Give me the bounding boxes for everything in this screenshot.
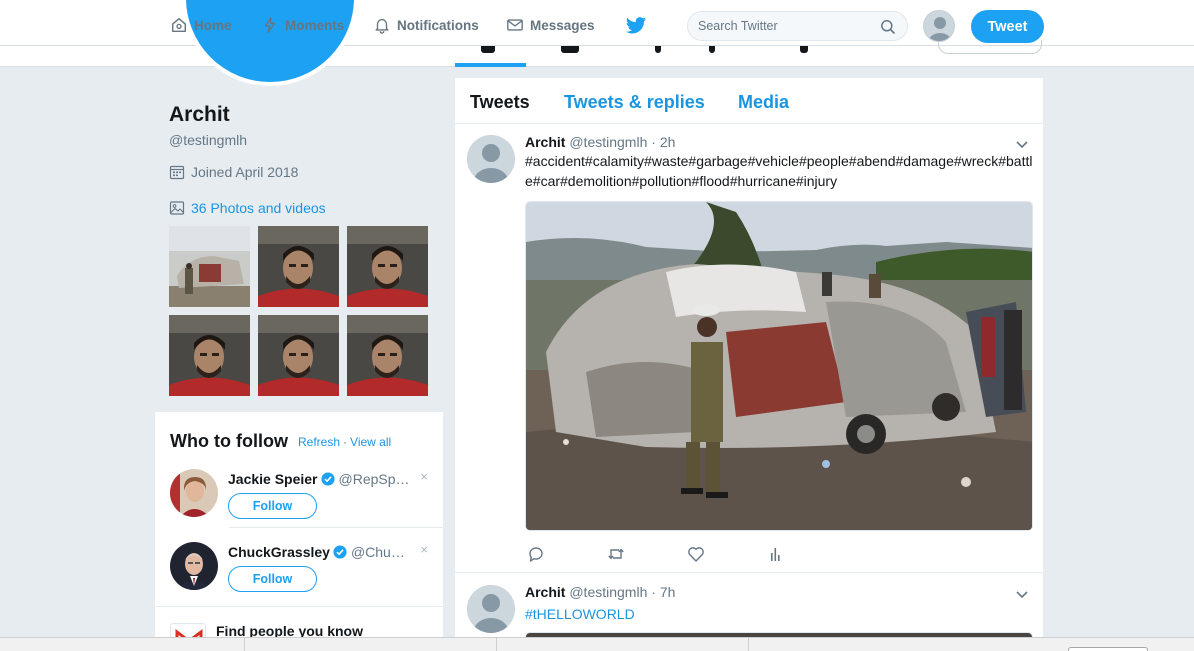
top-navigation: Home Moments Notifications Messages Twee… [0, 0, 1194, 86]
bar-control[interactable] [1068, 647, 1148, 651]
profile-stat-fragment [561, 46, 579, 53]
tweet-author-handle: @testingmlh [569, 134, 648, 150]
media-thumbnail-selfie[interactable] [258, 315, 339, 396]
suggestion-avatar[interactable] [170, 542, 218, 590]
timeline-panel: Tweets Tweets & replies Media Archit @te… [455, 78, 1043, 651]
nav-messages[interactable]: Messages [506, 13, 595, 37]
bell-icon [375, 18, 389, 34]
bar-divider [748, 638, 749, 651]
media-thumbnail-selfie[interactable] [347, 226, 428, 307]
profile-stat-fragment [655, 46, 661, 53]
suggestion-name[interactable]: Jackie Speier [228, 471, 318, 487]
tweet-avatar[interactable] [467, 135, 515, 183]
chevron-down-icon[interactable] [1015, 140, 1029, 150]
compose-tweet-button[interactable]: Tweet [971, 10, 1044, 43]
media-thumbnail-grid [169, 226, 429, 396]
bar-divider [496, 638, 497, 651]
image-icon [169, 201, 185, 215]
profile-name[interactable]: Archit [169, 103, 230, 127]
dismiss-suggestion-button[interactable]: × [420, 469, 428, 484]
dismiss-suggestion-button[interactable]: × [420, 542, 428, 557]
verified-badge-icon [333, 545, 347, 559]
suggestion-handle: @RepSp… [338, 471, 410, 487]
profile-stat-active-indicator [455, 63, 526, 67]
panel-divider [155, 606, 443, 607]
media-thumbnail-selfie[interactable] [169, 315, 250, 396]
heart-icon[interactable] [687, 545, 705, 563]
tab-tweets-replies[interactable]: Tweets & replies [564, 92, 705, 113]
suggestion-divider [229, 527, 443, 528]
follow-button[interactable]: Follow [228, 493, 317, 519]
tweet-header: Archit @testingmlh · 7h [525, 584, 675, 600]
view-all-link[interactable]: View all [350, 435, 391, 449]
bar-divider [244, 638, 245, 651]
media-thumbnail-selfie[interactable] [347, 315, 428, 396]
nav-home-label: Home [194, 17, 232, 33]
default-avatar-icon [467, 135, 515, 183]
tweet[interactable]: Archit @testingmlh · 2h #accident#calami… [455, 124, 1043, 573]
retweet-icon[interactable] [607, 545, 625, 563]
nav-home[interactable]: Home [170, 13, 232, 37]
nav-moments-label: Moments [285, 17, 345, 33]
tweet-photo[interactable] [525, 201, 1033, 531]
profile-joined-text: Joined April 2018 [191, 164, 299, 180]
refresh-link[interactable]: Refresh [298, 435, 340, 449]
tweet-header: Archit @testingmlh · 2h [525, 134, 675, 150]
profile-joined: Joined April 2018 [169, 164, 298, 180]
chevron-down-icon[interactable] [1015, 590, 1029, 600]
tweet-timestamp[interactable]: · 2h [651, 134, 675, 150]
search-box[interactable] [687, 11, 908, 41]
lightning-icon [264, 17, 276, 33]
tweet-timestamp[interactable]: · 7h [651, 584, 675, 600]
suggestion-avatar[interactable] [170, 469, 218, 517]
home-icon [171, 17, 187, 33]
suggestion-name-row: ChuckGrassley @Chu… [228, 544, 405, 560]
who-to-follow-panel: Who to follow Refresh · View all Jackie Sp… [155, 412, 443, 651]
envelope-icon [507, 19, 523, 31]
suggestion-handle: @Chu… [350, 544, 405, 560]
tab-tweets[interactable]: Tweets [470, 92, 530, 113]
reply-icon[interactable] [527, 545, 545, 563]
tweet-actions [525, 545, 825, 565]
who-to-follow-title: Who to follow [170, 431, 288, 451]
suggestion-name-row: Jackie Speier @RepSp… [228, 471, 410, 487]
media-thumbnail-selfie[interactable] [258, 226, 339, 307]
calendar-icon [169, 165, 185, 180]
nav-moments[interactable]: Moments [261, 13, 344, 37]
suggestion-name[interactable]: ChuckGrassley [228, 544, 330, 560]
follow-button[interactable]: Follow [228, 566, 317, 592]
tweet-hashtag-link[interactable]: #tHELLOWORLD [525, 604, 1033, 624]
tweet-avatar[interactable] [467, 585, 515, 633]
default-avatar-icon [924, 11, 954, 41]
separator-dot: · [343, 435, 348, 449]
profile-stat-fragment [481, 46, 495, 53]
verified-badge-icon [320, 472, 335, 486]
follow-suggestion: ChuckGrassley @Chu… × Follow [170, 542, 428, 614]
who-to-follow-links: Refresh · View all [298, 435, 391, 449]
profile-stat-fragment [709, 46, 715, 53]
default-avatar-icon [467, 585, 515, 633]
profile-handle: @testingmlh [169, 132, 248, 148]
account-avatar[interactable] [923, 10, 955, 42]
nav-notifications[interactable]: Notifications [373, 13, 479, 37]
profile-stat-fragment [800, 46, 808, 53]
twitter-bird-icon[interactable] [625, 16, 647, 36]
search-icon[interactable] [880, 19, 896, 35]
media-thumbnail-accident[interactable] [169, 226, 250, 307]
browser-bottom-bar [0, 637, 1194, 651]
tweet-author-name[interactable]: Archit [525, 134, 565, 150]
tab-media[interactable]: Media [738, 92, 789, 113]
nav-notifications-label: Notifications [397, 17, 479, 33]
photos-videos-label: 36 Photos and videos [191, 200, 326, 216]
tweet-author-handle: @testingmlh [569, 584, 648, 600]
timeline-tabs: Tweets Tweets & replies Media [455, 78, 1043, 124]
nav-messages-label: Messages [530, 17, 595, 33]
tweet-author-name[interactable]: Archit [525, 584, 565, 600]
tweet-text: #accident#calamity#waste#garbage#vehicle… [525, 153, 1033, 189]
photos-videos-link[interactable]: 36 Photos and videos [169, 200, 326, 216]
follow-suggestion: Jackie Speier @RepSp… × Follow [170, 469, 428, 541]
analytics-icon[interactable] [766, 545, 784, 563]
search-input[interactable] [698, 19, 868, 33]
